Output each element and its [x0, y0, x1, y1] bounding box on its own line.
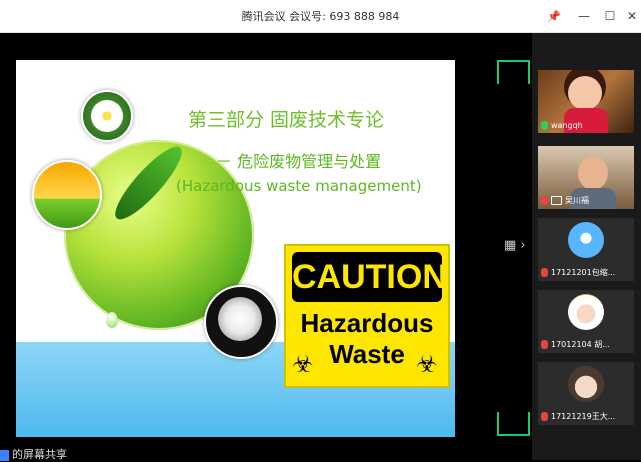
water-drop-image — [106, 312, 118, 328]
flower-image — [81, 90, 133, 142]
presentation-slide: 第三部分 固废技术专论 － 危险废物管理与处置 (Hazardous waste… — [16, 60, 455, 437]
participant-tile[interactable]: 17121201包缩... — [538, 218, 634, 281]
participant-label: wangqh — [541, 121, 583, 130]
participant-label: 吴川福 — [541, 195, 589, 206]
participant-video-face — [568, 76, 602, 110]
participant-name: 17121201包缩... — [551, 268, 616, 277]
participant-tile[interactable]: 17012104 胡... — [538, 290, 634, 353]
participant-name: 17012104 胡... — [551, 340, 610, 349]
participant-name: 吴川福 — [565, 196, 589, 205]
slide-subtitle-cn: － 危险废物管理与处置 — [216, 152, 382, 171]
participant-label: 17121201包缩... — [541, 267, 615, 278]
mic-muted-icon — [541, 268, 548, 277]
share-icon — [0, 449, 9, 461]
title-bar: 腾讯会议 会议号: 693 888 984 📌 — ☐ ✕ — [0, 0, 641, 33]
screen-share-label: 的屏幕共享 — [0, 446, 120, 461]
avatar — [568, 366, 604, 402]
participant-label: 17121219王大... — [541, 411, 615, 422]
active-speaker-frame-corner — [500, 412, 530, 436]
participant-tile[interactable]: 吴川福 — [538, 146, 634, 209]
caution-sign: CAUTION Hazardous Waste ☣ ☣ — [284, 244, 450, 388]
minimize-icon[interactable]: — — [574, 6, 594, 26]
mic-muted-icon — [541, 340, 548, 349]
active-speaker-frame-corner — [500, 60, 530, 84]
maximize-icon[interactable]: ☐ — [600, 6, 620, 26]
mic-on-icon — [541, 121, 548, 130]
participant-name: 17121219王大... — [551, 412, 616, 421]
screen-share-text: 的屏幕共享 — [12, 448, 67, 461]
biohazard-icon: ☣ — [416, 350, 438, 378]
caution-line-1: Hazardous — [300, 308, 434, 338]
participant-tile[interactable]: 17121219王大... — [538, 362, 634, 425]
grass-image — [32, 160, 102, 230]
participant-label: 17012104 胡... — [541, 339, 610, 350]
slide-title: 第三部分 固废技术专论 — [188, 109, 385, 131]
avatar — [568, 222, 604, 258]
dandelion-image — [204, 285, 278, 359]
close-icon[interactable]: ✕ — [622, 6, 641, 26]
caution-header: CAUTION — [292, 252, 447, 302]
participant-video-face — [578, 156, 608, 190]
caution-header-text: CAUTION — [292, 258, 447, 296]
biohazard-icon: ☣ — [292, 350, 314, 378]
camera-icon — [551, 196, 562, 205]
gallery-toggle-icon[interactable]: ▦ › — [504, 238, 526, 253]
participant-name: wangqh — [551, 121, 583, 130]
slide-subtitle-en: (Hazardous waste management) — [176, 177, 422, 195]
mic-muted-icon — [541, 196, 548, 205]
mic-muted-icon — [541, 412, 548, 421]
pin-icon[interactable]: 📌 — [544, 6, 564, 26]
participant-tile[interactable]: wangqh — [538, 70, 634, 133]
avatar — [568, 294, 604, 330]
